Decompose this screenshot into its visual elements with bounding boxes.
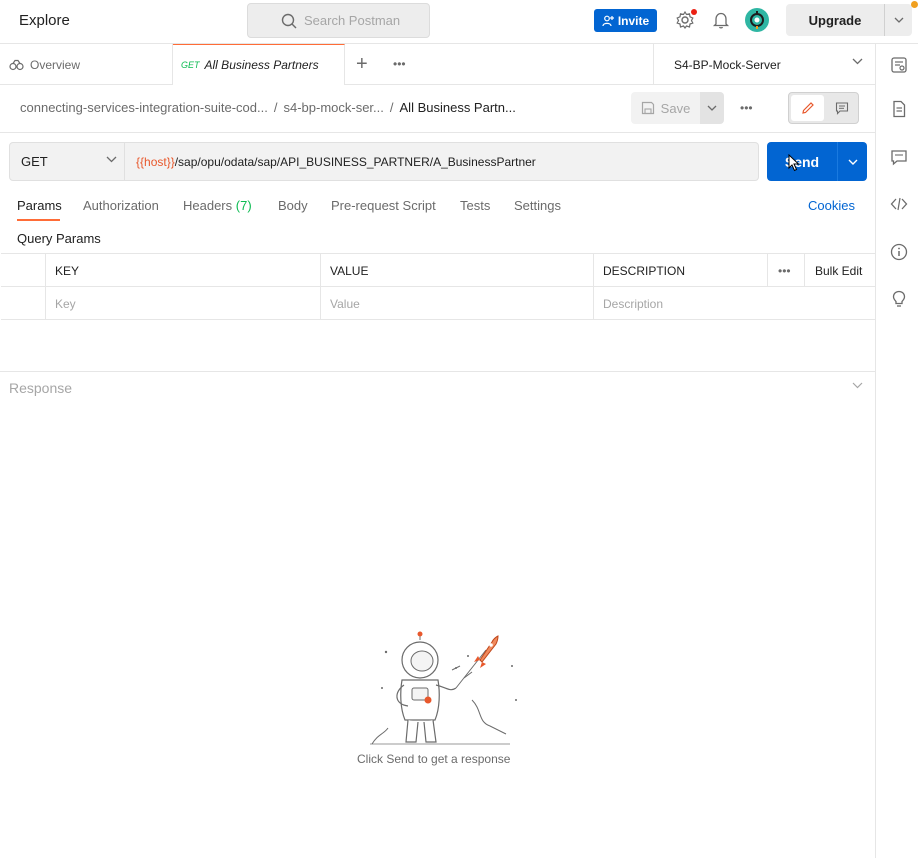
url-variable: {{host}} [136,154,175,169]
view-mode-toggle [788,92,859,124]
tab-headers[interactable]: Headers (7) [183,198,252,213]
tab-all-business-partners[interactable]: GET All Business Partners [173,44,345,85]
save-icon [641,101,654,115]
avatar-icon [750,11,764,29]
request-header: connecting-services-integration-suite-co… [0,85,875,133]
new-tab-button[interactable]: + [356,54,368,74]
astronaut-rocket-illustration [370,631,517,745]
tab-overview[interactable]: Overview [0,44,173,85]
param-description-input[interactable]: Description [593,287,875,320]
chevron-down-icon [707,105,717,111]
update-indicator-dot [911,1,918,8]
tab-params[interactable]: Params [17,198,62,213]
breadcrumb-collection[interactable]: connecting-services-integration-suite-co… [20,100,268,115]
chevron-down-icon [106,156,117,163]
environment-selector[interactable]: S4-BP-Mock-Server [653,44,875,85]
invite-button[interactable]: Invite [594,9,657,32]
search-icon [281,13,297,29]
environment-quicklook-icon[interactable] [890,56,908,74]
notification-dot [691,9,697,15]
response-title: Response [9,380,73,396]
column-header-description: DESCRIPTION [593,254,767,287]
request-tabs-bar: Overview GET All Business Partners + •••… [0,44,875,85]
breadcrumb-separator: / [273,100,278,115]
code-snippet-icon[interactable] [890,195,908,213]
tab-authorization[interactable]: Authorization [83,198,159,213]
right-sidebar [875,44,918,858]
tab-pre-request-script[interactable]: Pre-request Script [331,198,436,213]
lightbulb-icon[interactable] [890,290,908,308]
save-dropdown-button[interactable] [700,92,724,124]
search-bar[interactable]: Search Postman [247,3,430,38]
method-select[interactable]: GET [9,142,125,181]
add-user-icon [602,15,614,26]
edit-mode-button[interactable] [791,95,824,121]
tab-overview-label: Overview [30,57,81,72]
table-row: Key Value Description [1,287,875,320]
chevron-down-icon [852,382,863,389]
tab-method-badge: GET [181,60,200,70]
environment-name: S4-BP-Mock-Server [674,57,781,72]
tab-headers-label: Headers [183,198,233,213]
comments-icon[interactable] [890,148,908,166]
request-more-options-button[interactable]: ••• [740,101,753,115]
table-more-options-button[interactable]: ••• [767,254,804,287]
breadcrumb-folder[interactable]: s4-bp-mock-ser... [283,100,383,115]
upgrade-button[interactable]: Upgrade [786,4,884,36]
bell-icon[interactable] [711,10,731,30]
query-params-table: KEY VALUE DESCRIPTION ••• Bulk Edit Key … [1,253,875,320]
method-value: GET [21,154,48,169]
param-value-input[interactable]: Value [320,287,593,320]
tab-tests[interactable]: Tests [460,198,490,213]
send-button[interactable]: Send [767,142,837,181]
chevron-down-icon [894,17,903,23]
save-button[interactable]: Save [631,92,700,124]
response-panel-header[interactable]: Response [0,371,875,403]
explore-link[interactable]: Explore [19,12,70,29]
headers-count-badge: (7) [235,198,252,213]
bulk-edit-button[interactable]: Bulk Edit [804,254,875,287]
table-header-row: KEY VALUE DESCRIPTION ••• Bulk Edit [1,254,875,287]
column-header-key: KEY [45,254,320,287]
save-label: Save [660,100,691,116]
mouse-pointer-icon [788,154,800,172]
request-config-tabs: Params Authorization Headers (7) Body Pr… [0,195,875,221]
search-placeholder: Search Postman [304,13,401,28]
url-input[interactable]: {{host}}/sap/opu/odata/sap/API_BUSINESS_… [125,142,759,181]
breadcrumb-request[interactable]: All Business Partn... [400,100,516,115]
comment-doc-icon [835,102,849,115]
tab-settings[interactable]: Settings [514,198,561,213]
url-path: /sap/opu/odata/sap/API_BUSINESS_PARTNER/… [174,154,536,169]
chevron-down-icon [852,58,863,65]
documentation-icon[interactable] [890,100,908,118]
param-key-input[interactable]: Key [45,287,320,320]
cookies-link[interactable]: Cookies [808,198,855,213]
active-tab-indicator [17,219,60,221]
tab-active-label: All Business Partners [204,58,319,72]
tab-more-options-button[interactable]: ••• [393,57,406,71]
breadcrumb-separator: / [389,100,394,115]
empty-response-message: Click Send to get a response [357,752,511,766]
upgrade-dropdown-button[interactable] [884,4,912,36]
send-dropdown-button[interactable] [837,142,867,181]
info-icon[interactable] [890,243,908,261]
top-header: Explore Search Postman Invite Upgrade [0,0,918,44]
breadcrumb: connecting-services-integration-suite-co… [20,100,516,115]
pencil-icon [801,102,814,114]
column-header-value: VALUE [320,254,593,287]
chevron-down-icon [848,159,857,165]
documentation-mode-button[interactable] [827,95,857,121]
user-avatar[interactable] [745,8,769,32]
tab-body[interactable]: Body [278,198,308,213]
overview-icon [9,59,24,70]
invite-label: Invite [617,13,650,28]
query-params-heading: Query Params [17,231,101,246]
